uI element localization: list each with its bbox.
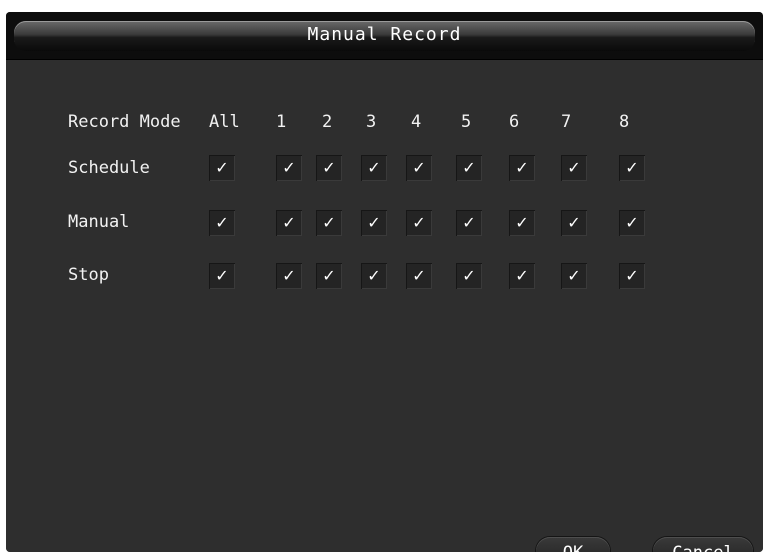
- checkmark-icon: ✓: [367, 266, 381, 285]
- checkmark-icon: ✓: [567, 158, 581, 177]
- checkmark-icon: ✓: [462, 158, 476, 177]
- checkmark-icon: ✓: [215, 158, 229, 177]
- checkbox-stop-ch8[interactable]: ✓: [619, 263, 645, 289]
- checkmark-icon: ✓: [515, 213, 529, 232]
- all-channels-header: All: [209, 112, 240, 132]
- checkbox-schedule-ch8[interactable]: ✓: [619, 155, 645, 181]
- checkbox-manual-ch6[interactable]: ✓: [509, 210, 535, 236]
- channel-header-3: 3: [366, 112, 377, 132]
- row-label-stop: Stop: [68, 265, 109, 285]
- dialog-body: Record Mode All 1 2 3 4 5 6 7 8 Schedule ✓ ✓ ✓ ✓ ✓ ✓ ✓…: [6, 60, 763, 552]
- checkbox-schedule-all[interactable]: ✓: [209, 155, 235, 181]
- checkmark-icon: ✓: [515, 266, 529, 285]
- checkmark-icon: ✓: [367, 213, 381, 232]
- title-bar: Manual Record: [6, 12, 763, 60]
- checkbox-manual-ch2[interactable]: ✓: [316, 210, 342, 236]
- checkmark-icon: ✓: [367, 158, 381, 177]
- row-label-schedule: Schedule: [68, 158, 150, 178]
- checkbox-manual-ch5[interactable]: ✓: [456, 210, 482, 236]
- checkbox-schedule-ch6[interactable]: ✓: [509, 155, 535, 181]
- checkmark-icon: ✓: [625, 158, 639, 177]
- checkmark-icon: ✓: [412, 158, 426, 177]
- checkbox-stop-ch4[interactable]: ✓: [406, 263, 432, 289]
- manual-record-dialog: Manual Record Record Mode All 1 2 3 4 5 6 7 8 S…: [6, 12, 763, 552]
- checkmark-icon: ✓: [215, 266, 229, 285]
- channel-header-1: 1: [276, 112, 287, 132]
- ok-button[interactable]: OK: [536, 537, 610, 552]
- checkmark-icon: ✓: [322, 158, 336, 177]
- checkbox-schedule-ch3[interactable]: ✓: [361, 155, 387, 181]
- record-mode-header: Record Mode: [68, 112, 181, 132]
- checkmark-icon: ✓: [567, 266, 581, 285]
- channel-header-6: 6: [509, 112, 520, 132]
- checkbox-stop-all[interactable]: ✓: [209, 263, 235, 289]
- checkmark-icon: ✓: [282, 158, 296, 177]
- checkmark-icon: ✓: [412, 266, 426, 285]
- channel-header-5: 5: [461, 112, 472, 132]
- checkmark-icon: ✓: [412, 213, 426, 232]
- checkbox-manual-ch4[interactable]: ✓: [406, 210, 432, 236]
- checkmark-icon: ✓: [282, 213, 296, 232]
- checkbox-schedule-ch4[interactable]: ✓: [406, 155, 432, 181]
- checkbox-manual-all[interactable]: ✓: [209, 210, 235, 236]
- checkmark-icon: ✓: [567, 213, 581, 232]
- dialog-title: Manual Record: [307, 24, 462, 45]
- checkmark-icon: ✓: [625, 213, 639, 232]
- checkmark-icon: ✓: [322, 213, 336, 232]
- channel-header-2: 2: [322, 112, 333, 132]
- checkmark-icon: ✓: [215, 213, 229, 232]
- checkbox-stop-ch6[interactable]: ✓: [509, 263, 535, 289]
- checkbox-stop-ch1[interactable]: ✓: [276, 263, 302, 289]
- checkmark-icon: ✓: [625, 266, 639, 285]
- row-label-manual: Manual: [68, 212, 130, 232]
- checkbox-stop-ch3[interactable]: ✓: [361, 263, 387, 289]
- checkmark-icon: ✓: [322, 266, 336, 285]
- checkbox-schedule-ch5[interactable]: ✓: [456, 155, 482, 181]
- checkbox-manual-ch8[interactable]: ✓: [619, 210, 645, 236]
- checkbox-stop-ch2[interactable]: ✓: [316, 263, 342, 289]
- checkmark-icon: ✓: [462, 266, 476, 285]
- checkbox-schedule-ch2[interactable]: ✓: [316, 155, 342, 181]
- checkmark-icon: ✓: [515, 158, 529, 177]
- checkbox-manual-ch7[interactable]: ✓: [561, 210, 587, 236]
- checkbox-stop-ch7[interactable]: ✓: [561, 263, 587, 289]
- checkbox-manual-ch1[interactable]: ✓: [276, 210, 302, 236]
- channel-header-4: 4: [411, 112, 422, 132]
- checkmark-icon: ✓: [282, 266, 296, 285]
- checkbox-schedule-ch7[interactable]: ✓: [561, 155, 587, 181]
- cancel-button[interactable]: Cancel: [653, 537, 753, 552]
- checkbox-schedule-ch1[interactable]: ✓: [276, 155, 302, 181]
- checkbox-stop-ch5[interactable]: ✓: [456, 263, 482, 289]
- checkmark-icon: ✓: [462, 213, 476, 232]
- channel-header-8: 8: [619, 112, 630, 132]
- checkbox-manual-ch3[interactable]: ✓: [361, 210, 387, 236]
- channel-header-7: 7: [561, 112, 572, 132]
